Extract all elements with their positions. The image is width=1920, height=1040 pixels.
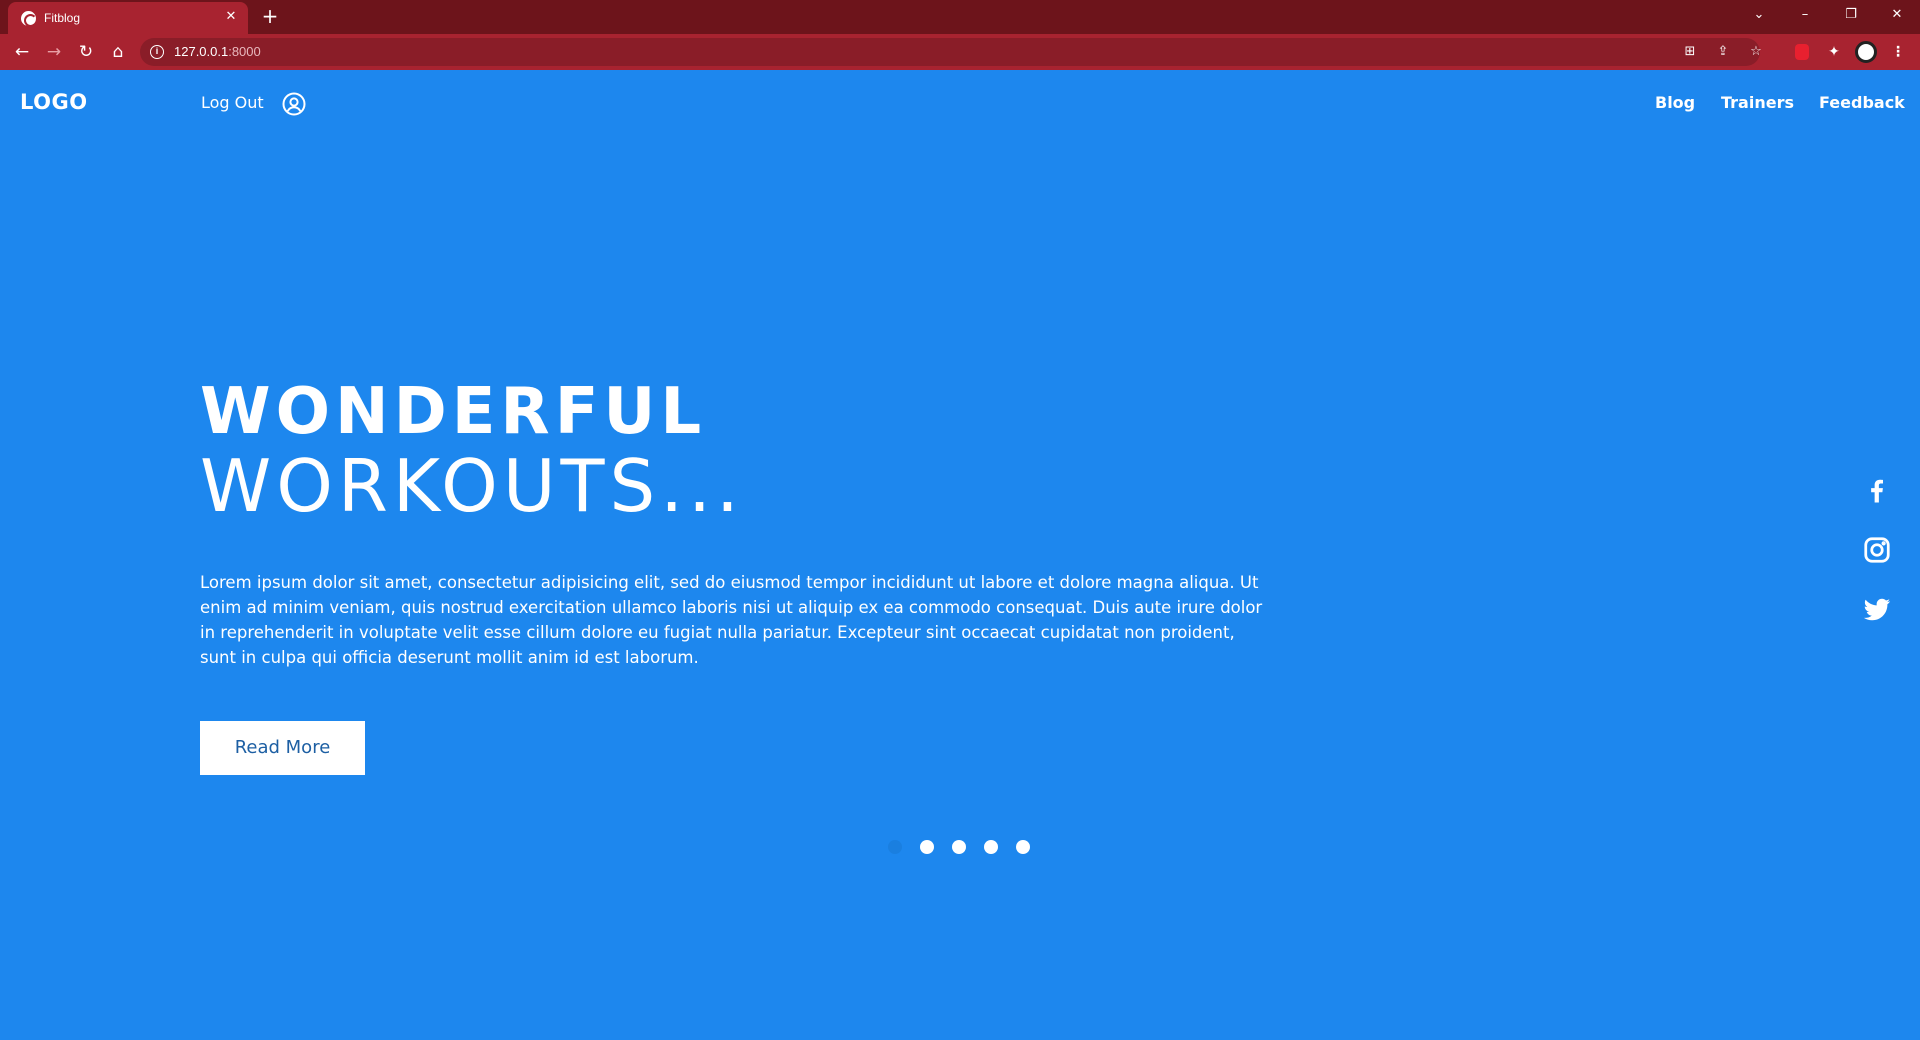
tab-close-icon[interactable]: ✕ <box>222 8 240 26</box>
globe-icon <box>21 11 37 27</box>
carousel-dot-4[interactable] <box>984 840 998 854</box>
read-more-button[interactable]: Read More <box>200 721 365 775</box>
site-logo[interactable]: LOGO <box>20 90 88 114</box>
tab-search-icon[interactable]: ⌄ <box>1736 0 1782 30</box>
carousel-dot-5[interactable] <box>1016 840 1030 854</box>
twitter-icon[interactable] <box>1862 594 1892 624</box>
logout-link[interactable]: Log Out <box>201 93 264 112</box>
translate-icon[interactable]: ⊞ <box>1680 42 1700 62</box>
browser-tab[interactable]: Fitblog ✕ <box>8 2 248 34</box>
hero-title-line2: WORKOUTS... <box>200 444 744 528</box>
reload-icon[interactable]: ↻ <box>72 38 100 66</box>
carousel-dot-1[interactable] <box>888 840 902 854</box>
home-icon[interactable]: ⌂ <box>104 38 132 66</box>
forward-icon[interactable]: → <box>40 38 68 66</box>
address-bar[interactable]: i 127.0.0.1:8000 ⊞ ⇪ ☆ <box>140 38 1762 66</box>
url-host: 127.0.0.1 <box>174 44 229 59</box>
back-icon[interactable]: ← <box>8 38 36 66</box>
tab-title: Fitblog <box>44 11 81 25</box>
url-port: :8000 <box>228 44 261 59</box>
hero-description: Lorem ipsum dolor sit amet, consectetur … <box>200 573 1263 667</box>
url-text[interactable]: 127.0.0.1:8000 <box>174 44 261 59</box>
carousel-dot-3[interactable] <box>952 840 966 854</box>
browser-toolbar: ← → ↻ ⌂ i 127.0.0.1:8000 ⊞ ⇪ ☆ ✦ ⋮ <box>0 34 1920 70</box>
extensions-puzzle-icon[interactable]: ✦ <box>1822 40 1846 64</box>
browser-tab-strip: Fitblog ✕ + ⌄ – ❐ ✕ <box>0 0 1920 34</box>
nav-blog-link[interactable]: Blog <box>1655 93 1695 112</box>
extension-icon[interactable] <box>1790 40 1814 64</box>
minimize-button[interactable]: – <box>1782 0 1828 30</box>
instagram-icon[interactable] <box>1862 535 1892 565</box>
profile-avatar[interactable] <box>1854 40 1878 64</box>
nav-trainers-link[interactable]: Trainers <box>1721 93 1794 112</box>
avatar-circle <box>1855 41 1877 63</box>
extension-badge <box>1795 44 1809 60</box>
hero-title-line1: WONDERFUL <box>200 375 707 449</box>
restore-button[interactable]: ❐ <box>1828 0 1874 30</box>
new-tab-button[interactable]: + <box>258 4 282 28</box>
carousel-dot-2[interactable] <box>920 840 934 854</box>
nav-feedback-link[interactable]: Feedback <box>1819 93 1905 112</box>
browser-menu-icon[interactable]: ⋮ <box>1886 40 1910 64</box>
bookmark-star-icon[interactable]: ☆ <box>1746 42 1766 62</box>
share-icon[interactable]: ⇪ <box>1713 42 1733 62</box>
user-account-icon[interactable] <box>282 92 306 116</box>
site-info-icon[interactable]: i <box>150 45 164 59</box>
page-body: LOGO Log Out Blog Trainers Feedback WOND… <box>0 70 1920 1040</box>
close-window-button[interactable]: ✕ <box>1874 0 1920 30</box>
facebook-icon[interactable] <box>1862 475 1892 505</box>
